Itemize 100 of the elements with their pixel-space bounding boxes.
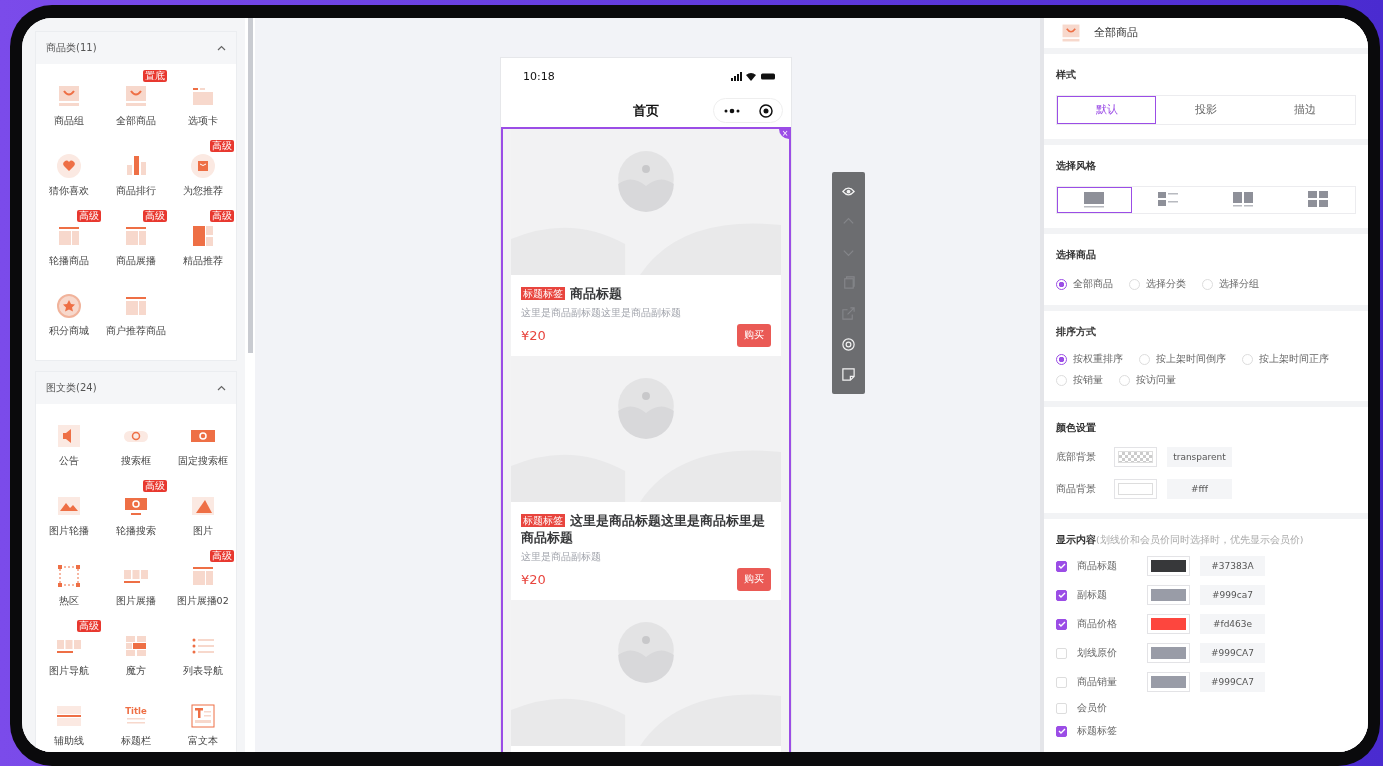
color-swatch[interactable] <box>1147 614 1190 634</box>
product-card[interactable]: 标题标签 这里是商品标题这里是商品标里是商品标题 这里是商品副标题 ¥20 购买 <box>511 502 781 600</box>
radio-button[interactable] <box>1056 279 1067 290</box>
component-item[interactable]: 商品组 <box>36 83 103 141</box>
component-item[interactable]: 商品排行 <box>102 153 170 211</box>
option-label: 商品销量 <box>1077 675 1118 689</box>
color-value[interactable]: #999ca7 <box>1200 585 1265 605</box>
section-title: 选择商品 <box>1056 248 1097 262</box>
checkbox[interactable] <box>1056 589 1067 601</box>
component-item[interactable]: 选项卡 <box>169 83 236 141</box>
color-swatch[interactable] <box>1114 447 1157 467</box>
component-item[interactable]: 公告 <box>36 423 103 481</box>
selected-component-outline[interactable]: × 标题标签 商品标题 这里是商品副标题这里是商品副标题 ¥20 购买 标题标签 这里是商品标题这里是商品标里是商品标题 这里是商品副标题 ¥20 购买 <box>501 127 791 752</box>
style-option[interactable]: 默认 <box>1057 96 1157 124</box>
star-badge-icon <box>56 293 83 319</box>
checkbox[interactable] <box>1056 725 1067 737</box>
section-title: 排序方式 <box>1056 325 1097 339</box>
radio-option[interactable]: 按访问量 <box>1119 374 1176 387</box>
checkbox[interactable] <box>1056 560 1067 572</box>
radio-option[interactable]: 按销量 <box>1056 374 1103 387</box>
option-label: 划线原价 <box>1077 646 1118 660</box>
product-subtitle: 这里是商品副标题这里是商品副标题 <box>521 306 682 320</box>
component-item[interactable]: 轮播商品 <box>36 223 103 281</box>
component-item[interactable]: 为您推荐 <box>169 153 236 211</box>
product-price: ¥20 <box>521 572 546 587</box>
component-item[interactable]: 商户推荐商品 <box>102 293 170 351</box>
section-title: 显示内容(划线价和会员价同时选择时，优先显示会员价) <box>1056 533 1305 547</box>
component-item[interactable]: 猜你喜欢 <box>36 153 103 211</box>
page-title: 首页 <box>633 101 659 120</box>
component-item[interactable]: 图片轮播 <box>36 493 103 551</box>
color-value[interactable]: #37383A <box>1200 556 1265 576</box>
radio-option[interactable]: 全部商品 <box>1056 278 1113 291</box>
tier-badge: 高级 <box>210 210 234 222</box>
layout-option[interactable] <box>1057 187 1132 213</box>
bag-icon <box>1060 22 1082 44</box>
tier-badge: 高级 <box>143 480 168 492</box>
product-card[interactable]: 标题标签 商品标题 这里是商品副标题这里是商品副标题 ¥20 购买 <box>511 275 781 356</box>
color-label: 商品背景 <box>1056 482 1097 496</box>
component-item[interactable]: 图片 <box>169 493 236 551</box>
component-item[interactable]: 魔方 <box>102 633 170 691</box>
divider-line-icon <box>56 703 83 729</box>
radio-button[interactable] <box>1056 354 1067 365</box>
radio-option[interactable]: 选择分类 <box>1129 278 1186 291</box>
product-price: ¥20 <box>521 328 546 343</box>
dashed-square-icon <box>56 563 83 589</box>
gift-box-icon <box>189 153 216 179</box>
color-swatch[interactable] <box>1147 585 1190 605</box>
component-name: 全部商品 <box>1094 26 1138 40</box>
tier-badge: 高级 <box>76 210 101 222</box>
group-title: 图文类(24) <box>46 381 97 395</box>
component-item[interactable]: 轮播搜索 <box>102 493 170 551</box>
component-item[interactable]: 图片展播 <box>102 563 170 621</box>
component-item[interactable]: 富文本 <box>169 703 236 752</box>
color-swatch[interactable] <box>1147 643 1190 663</box>
tier-badge: 高级 <box>210 140 234 152</box>
radio-option[interactable]: 按上架时间倒序 <box>1139 353 1226 366</box>
option-label: 会员价 <box>1077 701 1108 715</box>
product-title: 标题标签 商品标题 <box>521 285 623 302</box>
radio-option[interactable]: 按上架时间正序 <box>1242 353 1329 366</box>
component-item[interactable]: 图片导航 <box>36 633 103 691</box>
export-icon <box>841 306 856 322</box>
radio-option[interactable]: 选择分组 <box>1202 278 1259 291</box>
color-value[interactable]: transparent <box>1167 447 1232 467</box>
component-item[interactable]: 搜索框 <box>102 423 170 481</box>
section-title: 样式 <box>1056 68 1077 82</box>
option-label: 标题标签 <box>1077 724 1118 738</box>
chevron-icon[interactable] <box>217 45 226 51</box>
color-swatch[interactable] <box>1147 672 1190 692</box>
group-title: 商品类(11) <box>46 41 97 55</box>
more-icon[interactable] <box>723 107 740 114</box>
component-item[interactable]: 固定搜索框 <box>169 423 236 481</box>
component-item[interactable]: 积分商城 <box>36 293 103 351</box>
section-title: 颜色设置 <box>1056 421 1097 435</box>
component-item[interactable]: 热区 <box>36 563 103 621</box>
color-swatch[interactable] <box>1114 479 1157 499</box>
color-label: 底部背景 <box>1056 450 1097 464</box>
component-item[interactable]: 列表导航 <box>169 633 236 691</box>
component-item[interactable]: 精品推荐 <box>169 223 236 281</box>
component-item[interactable]: 全部商品 <box>102 83 170 141</box>
copy-icon <box>841 275 856 291</box>
color-value[interactable]: #fff <box>1167 479 1232 499</box>
color-value[interactable]: #fd463e <box>1200 614 1265 634</box>
chevron-icon[interactable] <box>217 385 226 391</box>
color-value[interactable]: #999CA7 <box>1200 672 1265 692</box>
tier-badge: 高级 <box>210 550 234 562</box>
component-item[interactable]: 图片展播02 <box>169 563 236 621</box>
tier-badge: 高级 <box>76 620 101 632</box>
target-icon[interactable] <box>758 103 773 118</box>
target-icon <box>841 336 856 352</box>
component-item[interactable]: Title 标题栏 <box>102 703 170 752</box>
option-label: 副标题 <box>1077 588 1108 602</box>
color-value[interactable]: #999CA7 <box>1200 643 1265 663</box>
component-item[interactable]: 商品展播 <box>102 223 170 281</box>
scrollbar-thumb[interactable] <box>247 18 253 353</box>
radio-option[interactable]: 按权重排序 <box>1056 353 1123 366</box>
checkbox[interactable] <box>1056 618 1067 630</box>
component-item[interactable]: 辅助线 <box>36 703 103 752</box>
option-label: 商品标题 <box>1077 559 1118 573</box>
rich-text-icon <box>189 703 216 729</box>
color-swatch[interactable] <box>1147 556 1190 576</box>
